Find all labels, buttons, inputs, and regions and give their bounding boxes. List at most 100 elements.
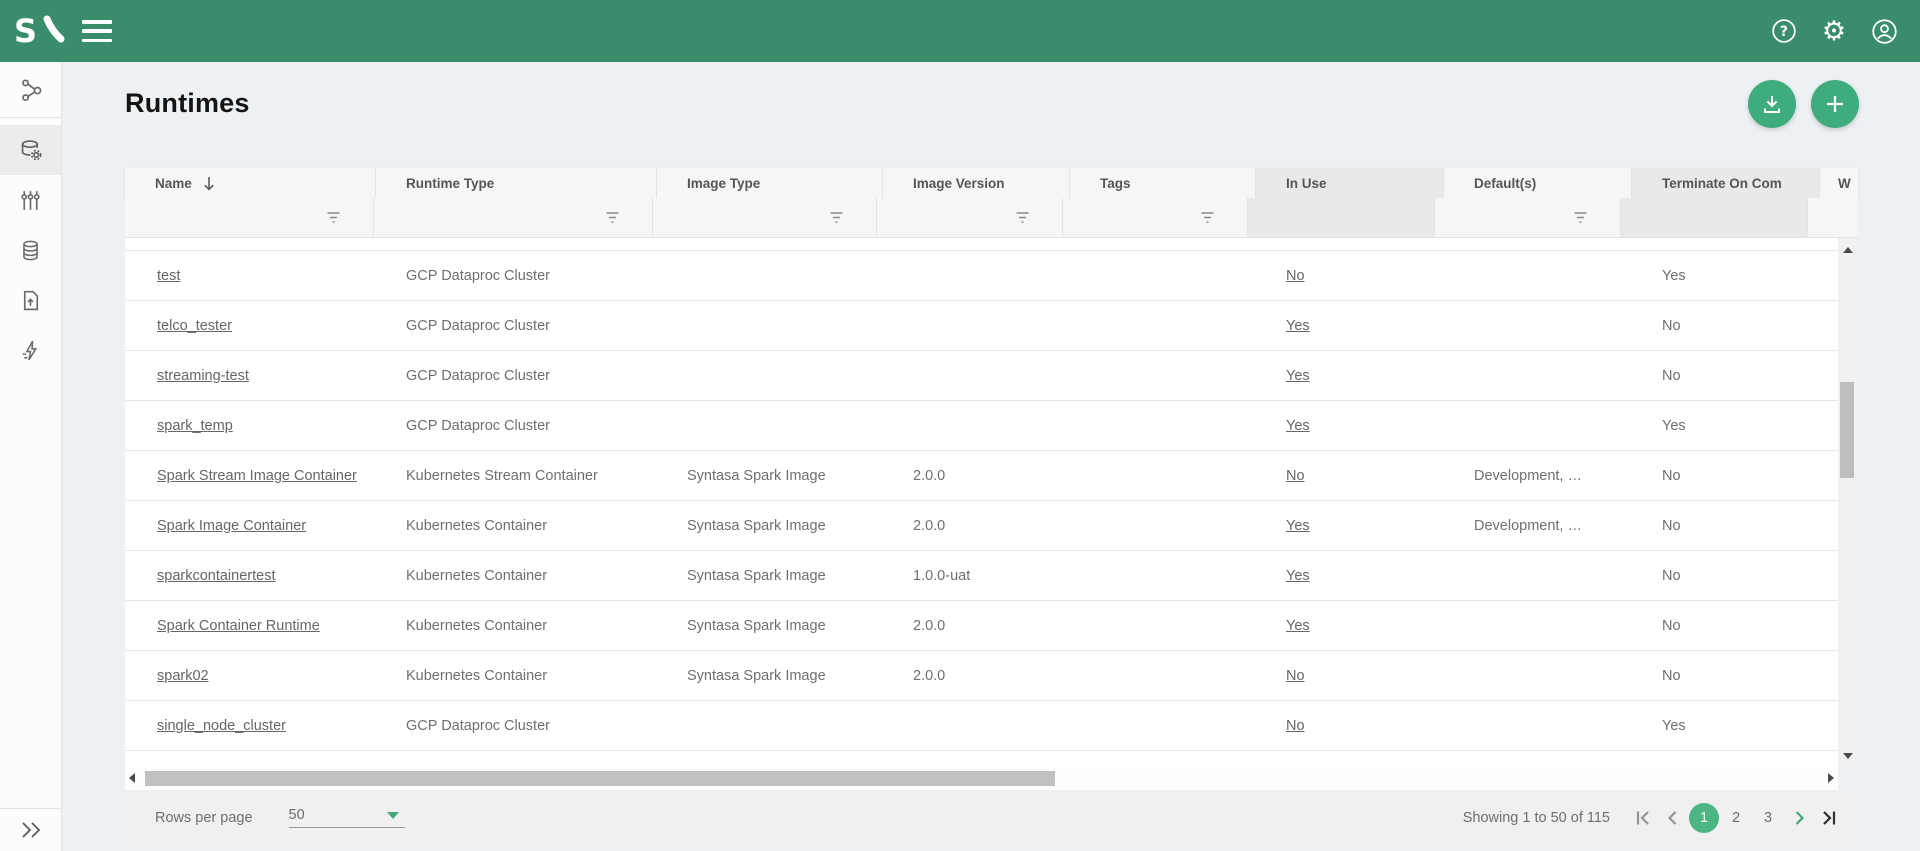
page-number-3[interactable]: 3 [1753, 803, 1783, 833]
cell-terminate: Yes [1632, 418, 1820, 434]
cell-image-type: Syntasa Spark Image [657, 518, 883, 534]
cell-terminate: No [1632, 318, 1820, 334]
filter-icon[interactable] [326, 211, 341, 224]
runtime-name-link[interactable]: single_node_cluster [157, 718, 286, 734]
left-sidebar [0, 62, 62, 851]
filter-cell-truncated [1808, 198, 1858, 237]
table-row[interactable]: streaming-test GCP Dataproc Cluster Yes … [125, 351, 1838, 401]
runtime-name-link[interactable]: Spark Image Container [157, 518, 306, 534]
table-row[interactable]: sparkcontainertest Kubernetes Container … [125, 551, 1838, 601]
column-header-tags[interactable]: Tags [1070, 168, 1256, 198]
page-number-1[interactable]: 1 [1689, 803, 1719, 833]
column-header-in-use[interactable]: In Use [1256, 168, 1444, 198]
column-header-name[interactable]: Name [125, 168, 376, 198]
cell-defaults: Development, … [1444, 468, 1632, 484]
last-page-button[interactable] [1814, 803, 1844, 833]
database-icon [18, 238, 43, 263]
column-header-truncated[interactable]: W [1820, 168, 1858, 198]
in-use-link[interactable]: Yes [1286, 418, 1310, 434]
syntasa-logo[interactable]: S [14, 11, 66, 51]
table-row[interactable]: Spark Image Container Kubernetes Contain… [125, 501, 1838, 551]
in-use-link[interactable]: Yes [1286, 618, 1310, 634]
table-row[interactable]: single_node_cluster GCP Dataproc Cluster… [125, 701, 1838, 751]
sidebar-item-jobs[interactable] [0, 325, 61, 375]
plus-icon [1823, 92, 1847, 116]
hamburger-icon[interactable] [82, 20, 112, 42]
sidebar-item-runtimes[interactable] [0, 125, 61, 175]
add-runtime-button[interactable] [1811, 80, 1859, 128]
cell-runtime-type: GCP Dataproc Cluster [376, 418, 657, 434]
runtime-name-link[interactable]: spark02 [157, 668, 209, 684]
sidebar-item-datasets[interactable] [0, 225, 61, 275]
double-chevron-right-icon [19, 820, 43, 840]
in-use-link[interactable]: No [1286, 468, 1305, 484]
sort-desc-icon [202, 176, 216, 191]
horizontal-scrollbar[interactable] [125, 768, 1838, 790]
workflow-share-icon [18, 77, 44, 103]
cell-image-type: Syntasa Spark Image [657, 468, 883, 484]
top-app-bar: S ? ⚙ [0, 0, 1920, 62]
table-row[interactable]: test GCP Dataproc Cluster No Yes [125, 251, 1838, 301]
sidebar-item-file-upload[interactable] [0, 275, 61, 325]
horizontal-scrollbar-thumb[interactable] [145, 771, 1055, 786]
cell-runtime-type: Kubernetes Container [376, 618, 657, 634]
in-use-link[interactable]: No [1286, 718, 1305, 734]
runtime-name-link[interactable]: telco_tester [157, 318, 232, 334]
cell-runtime-type: GCP Dataproc Cluster [376, 368, 657, 384]
in-use-link[interactable]: Yes [1286, 368, 1310, 384]
showing-range-text: Showing 1 to 50 of 115 [1463, 810, 1610, 826]
help-icon[interactable]: ? [1770, 17, 1798, 45]
sidebar-item-workflows[interactable] [0, 62, 61, 117]
table-row[interactable]: Spark Stream Image Container Kubernetes … [125, 451, 1838, 501]
column-header-defaults[interactable]: Default(s) [1444, 168, 1632, 198]
page-number-2[interactable]: 2 [1721, 803, 1751, 833]
filter-icon[interactable] [829, 211, 844, 224]
runtime-name-link[interactable]: test [157, 268, 180, 284]
runtime-name-link[interactable]: Spark Container Runtime [157, 618, 320, 634]
last-page-icon [1819, 808, 1839, 828]
table-row[interactable]: spark_temp GCP Dataproc Cluster Yes Yes [125, 401, 1838, 451]
gear-icon[interactable]: ⚙ [1820, 17, 1848, 45]
table-row[interactable]: Spark Container Runtime Kubernetes Conta… [125, 601, 1838, 651]
runtime-name-link[interactable]: Spark Stream Image Container [157, 468, 357, 484]
filter-icon[interactable] [605, 211, 620, 224]
cell-runtime-type: GCP Dataproc Cluster [376, 718, 657, 734]
in-use-link[interactable]: Yes [1286, 518, 1310, 534]
next-page-button[interactable] [1784, 803, 1814, 833]
sidebar-expand-button[interactable] [0, 808, 61, 851]
in-use-link[interactable]: No [1286, 268, 1305, 284]
runtime-name-link[interactable]: spark_temp [157, 418, 233, 434]
cell-terminate: No [1632, 468, 1820, 484]
account-icon[interactable] [1870, 17, 1898, 45]
table-row[interactable]: spark02 Kubernetes Container Syntasa Spa… [125, 651, 1838, 701]
filter-icon[interactable] [1015, 211, 1030, 224]
vertical-scrollbar-thumb[interactable] [1840, 382, 1854, 478]
column-header-image-type[interactable]: Image Type [657, 168, 883, 198]
scroll-down-arrow-icon[interactable] [1843, 753, 1853, 759]
rows-per-page-select[interactable]: 50 [289, 807, 405, 828]
runtimes-page: S ? ⚙ [0, 0, 1920, 851]
table-row[interactable]: telco_tester GCP Dataproc Cluster Yes No [125, 301, 1838, 351]
in-use-link[interactable]: Yes [1286, 568, 1310, 584]
download-runtimes-button[interactable] [1748, 80, 1796, 128]
scroll-up-arrow-icon[interactable] [1843, 247, 1853, 253]
filter-icon[interactable] [1200, 211, 1215, 224]
in-use-link[interactable]: No [1286, 668, 1305, 684]
column-header-terminate[interactable]: Terminate On Com [1632, 168, 1820, 198]
file-upload-icon [18, 288, 43, 313]
logo-letter: S [14, 12, 37, 50]
first-page-button[interactable] [1628, 803, 1658, 833]
first-page-icon [1633, 808, 1653, 828]
runtime-name-link[interactable]: streaming-test [157, 368, 249, 384]
sidebar-item-parameters[interactable] [0, 175, 61, 225]
vertical-scrollbar[interactable] [1838, 238, 1856, 768]
in-use-link[interactable]: Yes [1286, 318, 1310, 334]
filter-icon[interactable] [1573, 211, 1588, 224]
previous-page-button[interactable] [1658, 803, 1688, 833]
runtime-name-link[interactable]: sparkcontainertest [157, 568, 275, 584]
svg-text:?: ? [1780, 24, 1788, 40]
scroll-right-arrow-icon[interactable] [1828, 773, 1834, 783]
column-header-runtime-type[interactable]: Runtime Type [376, 168, 657, 198]
scroll-left-arrow-icon[interactable] [129, 773, 135, 783]
column-header-image-version[interactable]: Image Version [883, 168, 1070, 198]
